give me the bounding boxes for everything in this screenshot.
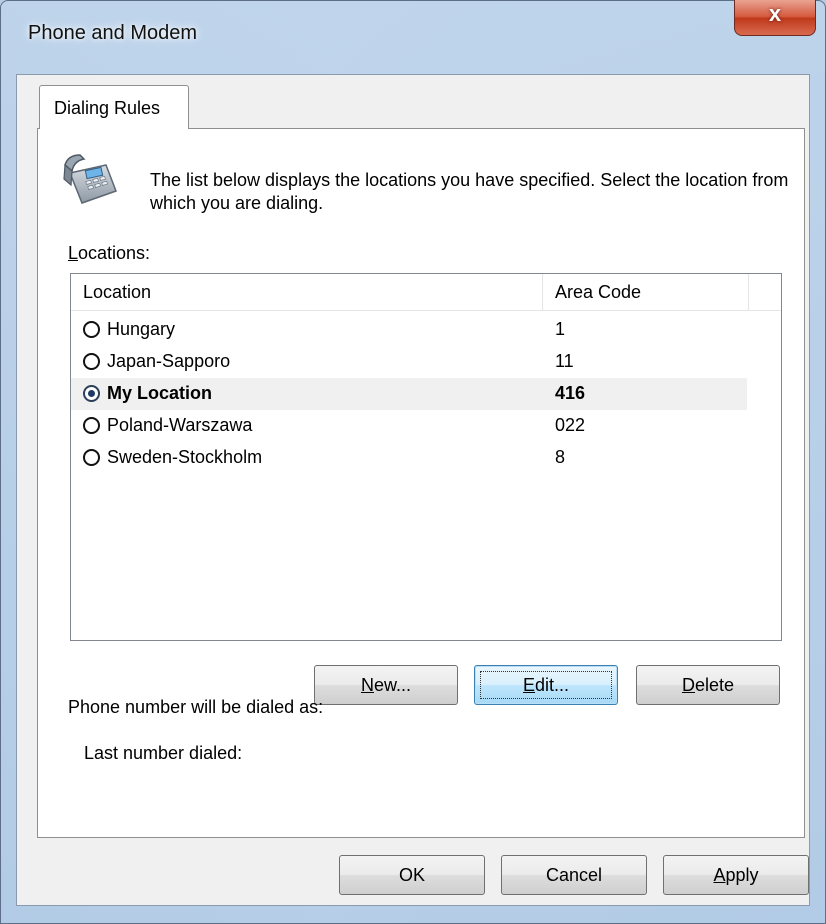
window-title: Phone and Modem	[28, 22, 198, 44]
locations-mnemonic: L	[68, 243, 79, 263]
column-header-location[interactable]: Location	[71, 274, 543, 310]
location-row-sweden-stockholm[interactable]: Sweden-Stockholm 8	[71, 442, 747, 474]
close-button[interactable]: x	[734, 0, 816, 36]
delete-button[interactable]: Delete	[636, 665, 780, 705]
phone-and-modem-dialog: Phone and Modem x Dialing Rules The list…	[0, 0, 826, 924]
last-number-dialed-label: Last number dialed:	[84, 743, 243, 763]
area-code: 1	[555, 319, 566, 339]
location-row-japan-sapporo[interactable]: Japan-Sapporo 11	[71, 346, 747, 378]
title-bar[interactable]: Phone and Modem x	[0, 0, 826, 74]
new-label-rest: ew...	[373, 675, 412, 695]
radio-button[interactable]	[83, 353, 100, 370]
dialog-client-area: Dialing Rules The list below displays th…	[16, 74, 810, 906]
new-button[interactable]: New...	[314, 665, 458, 705]
location-row-my-location[interactable]: My Location 416	[71, 378, 747, 410]
area-code: 022	[555, 415, 586, 435]
location-name: Poland-Warszawa	[107, 415, 253, 435]
new-mnemonic: N	[360, 675, 374, 695]
edit-button[interactable]: Edit...	[474, 665, 618, 705]
column-header-area-code[interactable]: Area Code	[543, 274, 749, 310]
locations-list[interactable]: Location Area Code Hungary 1 Japan-Sappo…	[70, 273, 782, 641]
ok-button[interactable]: OK	[339, 855, 485, 895]
tab-dialing-rules[interactable]: Dialing Rules	[39, 85, 189, 129]
focus-rectangle	[480, 671, 612, 699]
location-name: Hungary	[107, 319, 176, 339]
area-code: 416	[555, 383, 586, 403]
area-code: 8	[555, 447, 566, 467]
apply-mnemonic: A	[713, 865, 726, 885]
location-name: Japan-Sapporo	[107, 351, 231, 371]
location-row-poland-warszawa[interactable]: Poland-Warszawa 022	[71, 410, 747, 442]
dialing-rules-panel: The list below displays the locations yo…	[37, 128, 805, 838]
location-row-hungary[interactable]: Hungary 1	[71, 314, 747, 346]
dialed-as-label: Phone number will be dialed as:	[68, 697, 324, 717]
intro-description: The list below displays the locations yo…	[150, 170, 789, 213]
area-code: 11	[555, 351, 574, 371]
radio-button[interactable]	[83, 321, 100, 338]
delete-label-rest: elete	[694, 675, 735, 695]
apply-label-rest: pply	[725, 865, 759, 885]
telephone-icon	[63, 154, 117, 204]
close-icon: x	[768, 1, 782, 26]
location-name: My Location	[107, 383, 213, 403]
apply-button[interactable]: Apply	[663, 855, 809, 895]
cancel-button[interactable]: Cancel	[501, 855, 647, 895]
location-name: Sweden-Stockholm	[107, 447, 263, 467]
locations-label: Locations:	[68, 243, 150, 264]
delete-mnemonic: D	[681, 675, 695, 695]
locations-label-rest: ocations:	[78, 243, 151, 263]
radio-button[interactable]	[83, 449, 100, 466]
radio-button-selected[interactable]	[83, 385, 100, 402]
radio-button[interactable]	[83, 417, 100, 434]
list-header: Location Area Code	[71, 274, 781, 311]
